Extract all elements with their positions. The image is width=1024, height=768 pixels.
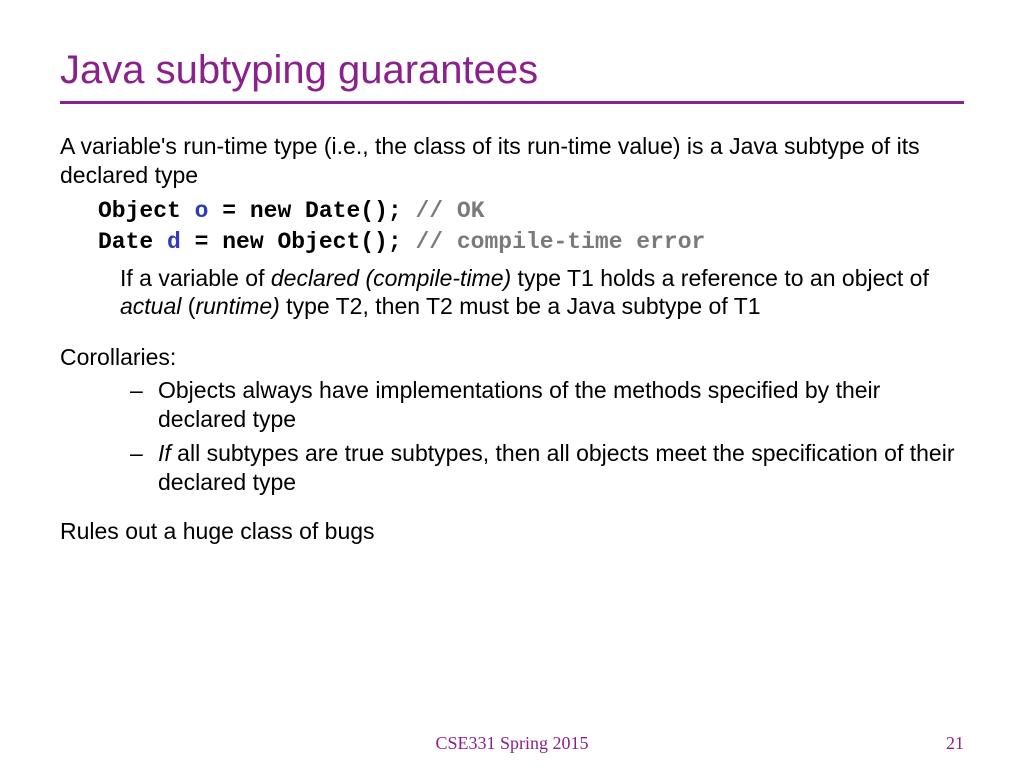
code-var: d [167,229,181,255]
bullet-list: Objects always have implementations of t… [130,376,964,497]
explanation-paragraph: If a variable of declared (compile-time)… [120,264,964,322]
code-text: Object [98,198,195,224]
footer-course: CSE331 Spring 2015 [0,733,1024,754]
code-line-1: Object o = new Date(); // OK [98,196,964,227]
list-item: Objects always have implementations of t… [130,376,964,434]
list-item: If all subtypes are true subtypes, then … [130,439,964,497]
code-comment: // compile-time error [415,229,705,255]
italic-text: runtime) [195,293,279,319]
code-var: o [195,198,209,224]
code-text: = new Object(); [181,229,416,255]
slide-title: Java subtyping guarantees [60,48,964,104]
text: ( [181,293,195,319]
text: all subtypes are true subtypes, then all… [158,440,955,495]
text: If a variable of [120,265,271,291]
italic-text: declared (compile-time) [271,265,511,291]
italic-text: If [158,440,171,466]
italic-text: actual [120,293,181,319]
code-comment: // OK [415,198,484,224]
code-block: Object o = new Date(); // OK Date d = ne… [98,196,964,258]
intro-paragraph: A variable's run-time type (i.e., the cl… [60,132,964,190]
code-text: = new Date(); [208,198,415,224]
text: type T1 holds a reference to an object o… [511,265,929,291]
code-line-2: Date d = new Object(); // compile-time e… [98,227,964,258]
slide-footer: CSE331 Spring 2015 21 [0,733,1024,754]
corollaries-label: Corollaries: [60,343,964,372]
text: type T2, then T2 must be a Java subtype … [280,293,761,319]
code-text: Date [98,229,167,255]
closing-paragraph: Rules out a huge class of bugs [60,517,964,546]
